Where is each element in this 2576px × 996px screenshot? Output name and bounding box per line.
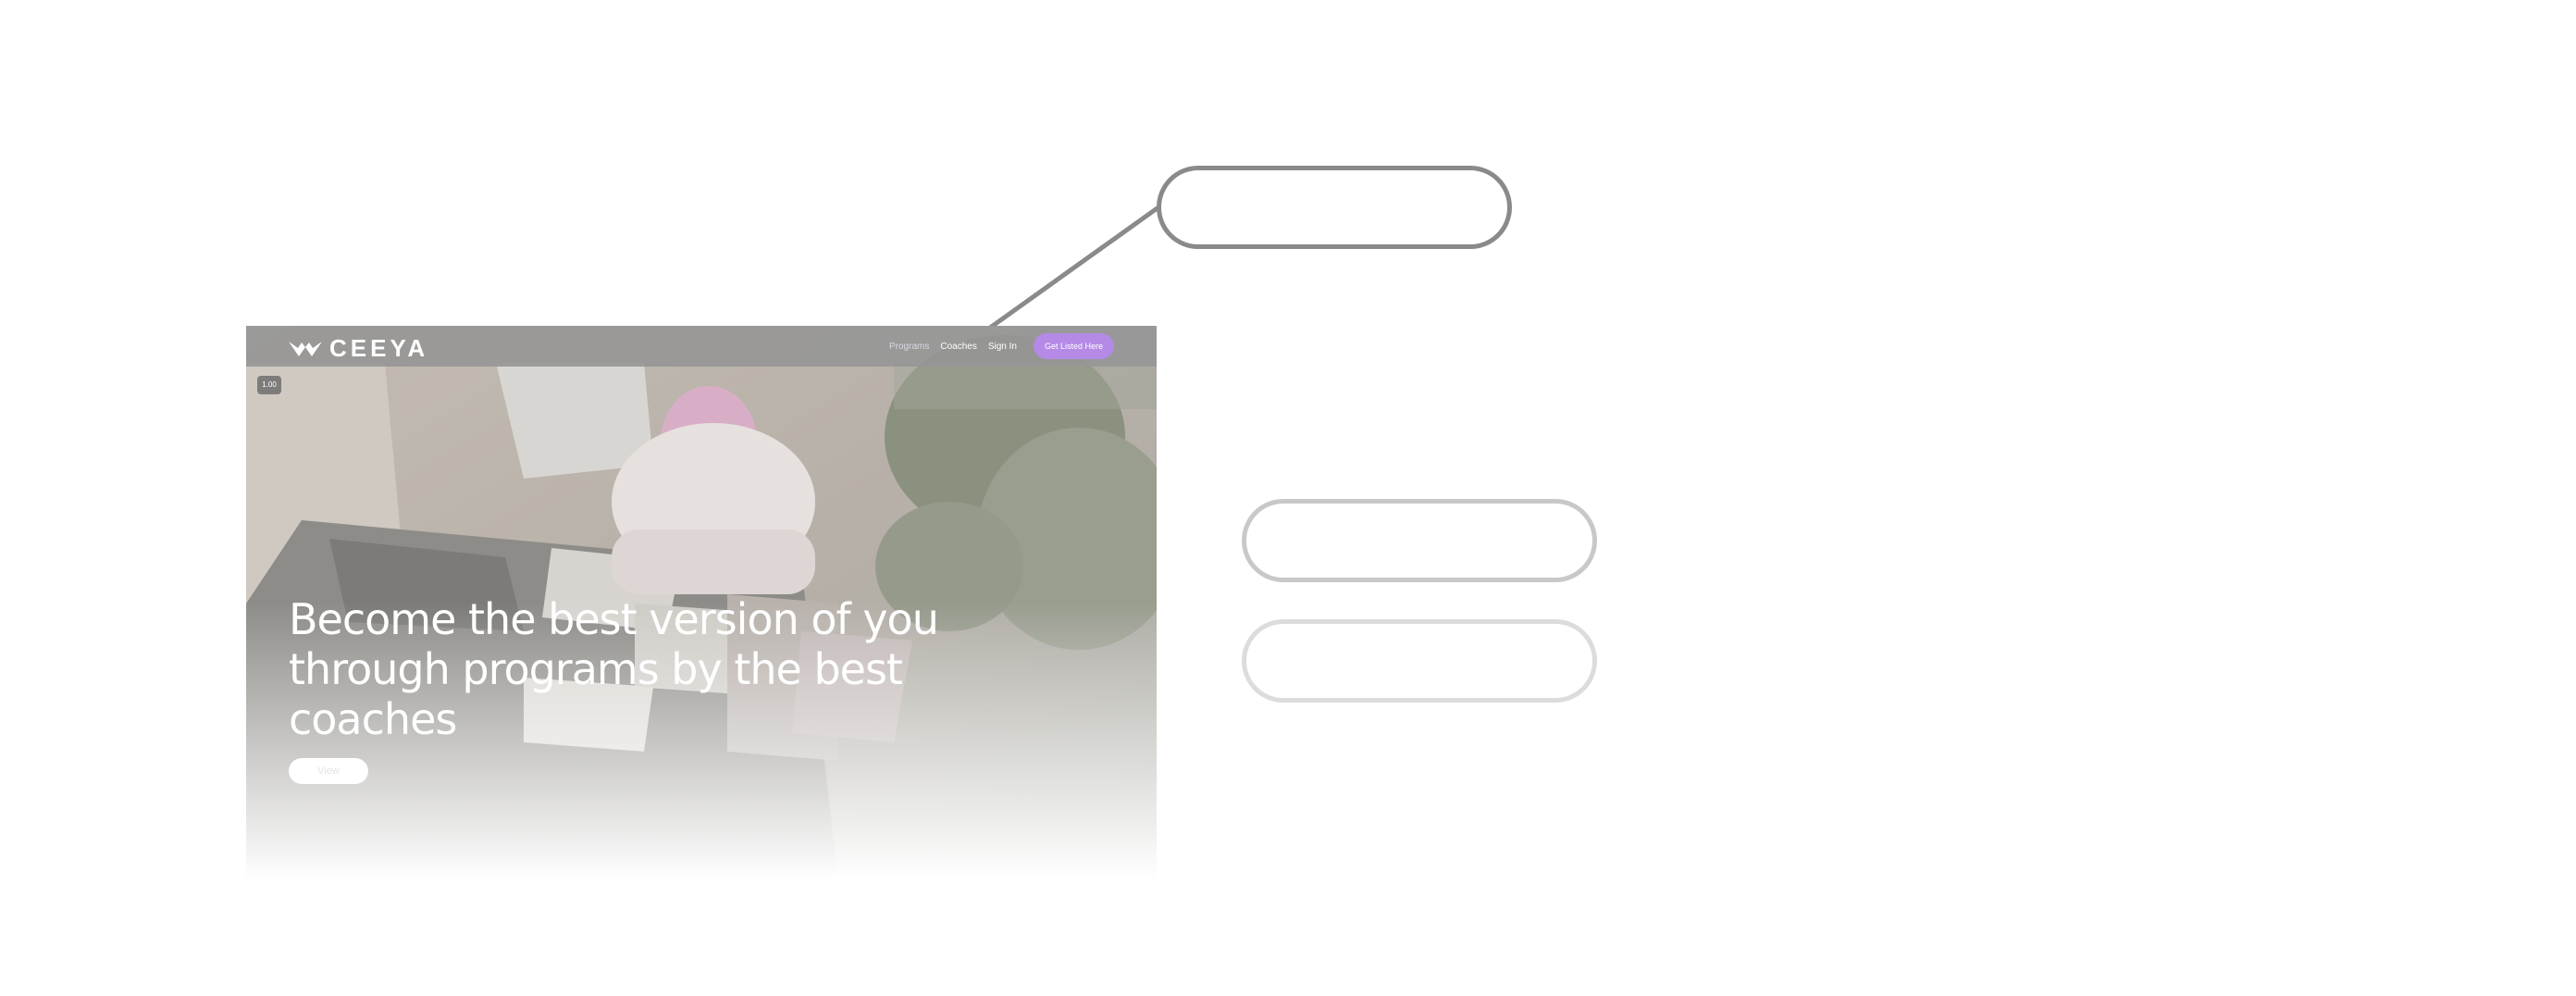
- website-screenshot: CEEYA Programs Coaches Sign In Get Liste…: [246, 326, 1157, 879]
- hero-headline: Become the best version of you through p…: [289, 594, 939, 744]
- ceeya-logo-icon: [289, 341, 322, 356]
- page: CEEYA Programs Coaches Sign In Get Liste…: [0, 0, 2576, 996]
- version-badge: 1.00: [257, 376, 281, 394]
- nav-link-sign-in[interactable]: Sign In: [988, 342, 1017, 352]
- logo-text: CEEYA: [329, 334, 429, 362]
- site-logo[interactable]: CEEYA: [287, 334, 428, 363]
- nav-link-coaches[interactable]: Coaches: [940, 342, 976, 352]
- site-navbar: CEEYA Programs Coaches Sign In Get Liste…: [246, 326, 1157, 367]
- callout-middle: [1242, 499, 1597, 582]
- get-listed-button[interactable]: Get Listed Here: [1033, 333, 1114, 359]
- nav-link-programs[interactable]: Programs: [889, 342, 929, 352]
- callout-top: [1157, 166, 1512, 249]
- view-button[interactable]: View: [289, 758, 368, 784]
- nav-links: Programs Coaches Sign In Get Listed Here: [889, 333, 1114, 359]
- callout-bottom: [1242, 619, 1597, 703]
